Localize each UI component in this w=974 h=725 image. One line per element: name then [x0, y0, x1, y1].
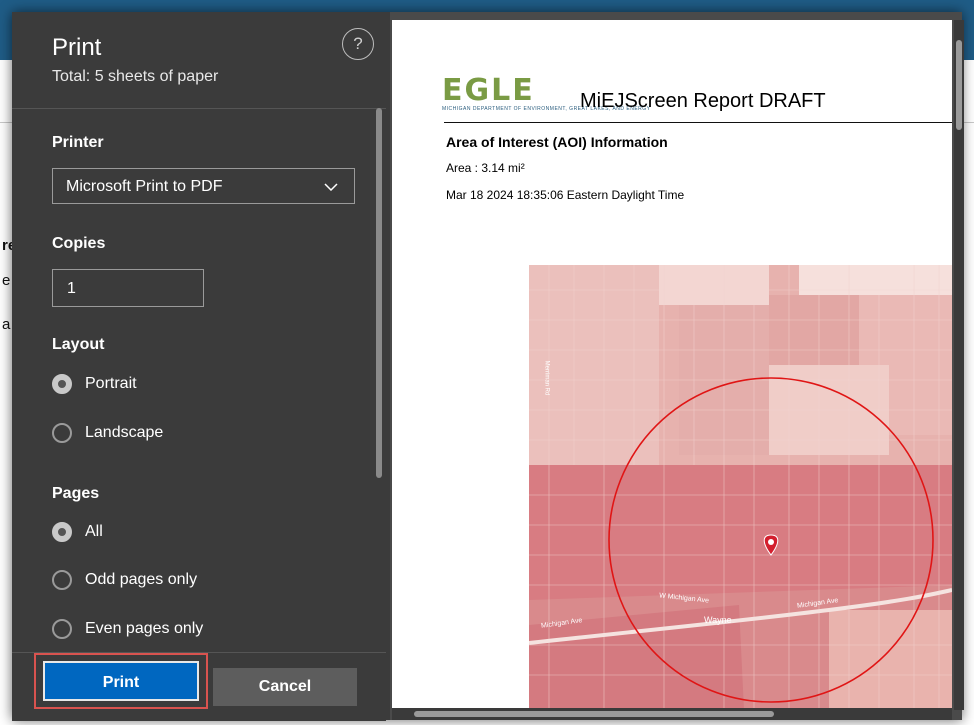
map-label: Wayne	[704, 615, 732, 625]
aoi-area: Area : 3.14 mi²	[446, 161, 525, 175]
chevron-down-icon	[324, 169, 338, 205]
option-label: Odd pages only	[85, 571, 198, 588]
print-preview: EGLE MICHIGAN DEPARTMENT OF ENVIRONMENT,…	[390, 12, 964, 720]
layout-landscape-option[interactable]: Landscape	[52, 420, 163, 446]
option-label: All	[85, 523, 103, 540]
option-label: Portrait	[85, 375, 137, 392]
radio-unselected-icon	[52, 619, 72, 639]
help-icon[interactable]: ?	[342, 28, 374, 60]
aoi-datetime: Mar 18 2024 18:35:06 Eastern Daylight Ti…	[446, 188, 685, 202]
pages-label: Pages	[52, 485, 100, 502]
printer-select[interactable]: Microsoft Print to PDF	[52, 168, 355, 204]
background-text: e	[2, 272, 11, 289]
background-text: a	[2, 316, 11, 333]
radio-selected-icon	[52, 522, 72, 542]
title-divider	[444, 122, 952, 123]
printer-select-value: Microsoft Print to PDF	[66, 178, 223, 195]
dialog-title: Print	[52, 34, 102, 61]
aoi-map: Michigan Ave W Michigan Ave Michigan Ave…	[529, 265, 952, 710]
radio-selected-icon	[52, 374, 72, 394]
preview-horizontal-scrollbar-thumb[interactable]	[414, 711, 774, 717]
map-label: Merriman Rd	[543, 360, 550, 396]
settings-scrollbar-thumb[interactable]	[376, 108, 382, 478]
preview-vertical-scrollbar-thumb[interactable]	[956, 40, 962, 130]
aoi-heading: Area of Interest (AOI) Information	[446, 134, 668, 150]
preview-vertical-scrollbar[interactable]	[954, 20, 964, 710]
sheet-count: Total: 5 sheets of paper	[52, 68, 219, 85]
pages-even-option[interactable]: Even pages only	[52, 616, 203, 642]
copies-label: Copies	[52, 235, 106, 252]
printer-label: Printer	[52, 134, 104, 151]
report-title: MiEJScreen Report DRAFT	[580, 90, 826, 112]
option-label: Even pages only	[85, 620, 204, 637]
print-button[interactable]: Print	[43, 661, 199, 701]
print-settings-panel: Print Total: 5 sheets of paper ? Printer…	[12, 12, 386, 721]
copies-input[interactable]: 1	[52, 269, 204, 307]
pages-all-option[interactable]: All	[52, 519, 103, 545]
radio-unselected-icon	[52, 423, 72, 443]
layout-label: Layout	[52, 336, 105, 353]
map-image	[529, 265, 952, 710]
layout-portrait-option[interactable]: Portrait	[52, 371, 137, 397]
print-dialog: Print Total: 5 sheets of paper ? Printer…	[12, 12, 964, 721]
preview-page: EGLE MICHIGAN DEPARTMENT OF ENVIRONMENT,…	[392, 20, 952, 710]
option-label: Landscape	[85, 424, 164, 441]
pages-odd-option[interactable]: Odd pages only	[52, 567, 197, 593]
cancel-button[interactable]: Cancel	[213, 668, 357, 706]
radio-unselected-icon	[52, 570, 72, 590]
print-header: Print Total: 5 sheets of paper ?	[12, 12, 386, 109]
preview-horizontal-scrollbar[interactable]	[392, 708, 952, 720]
